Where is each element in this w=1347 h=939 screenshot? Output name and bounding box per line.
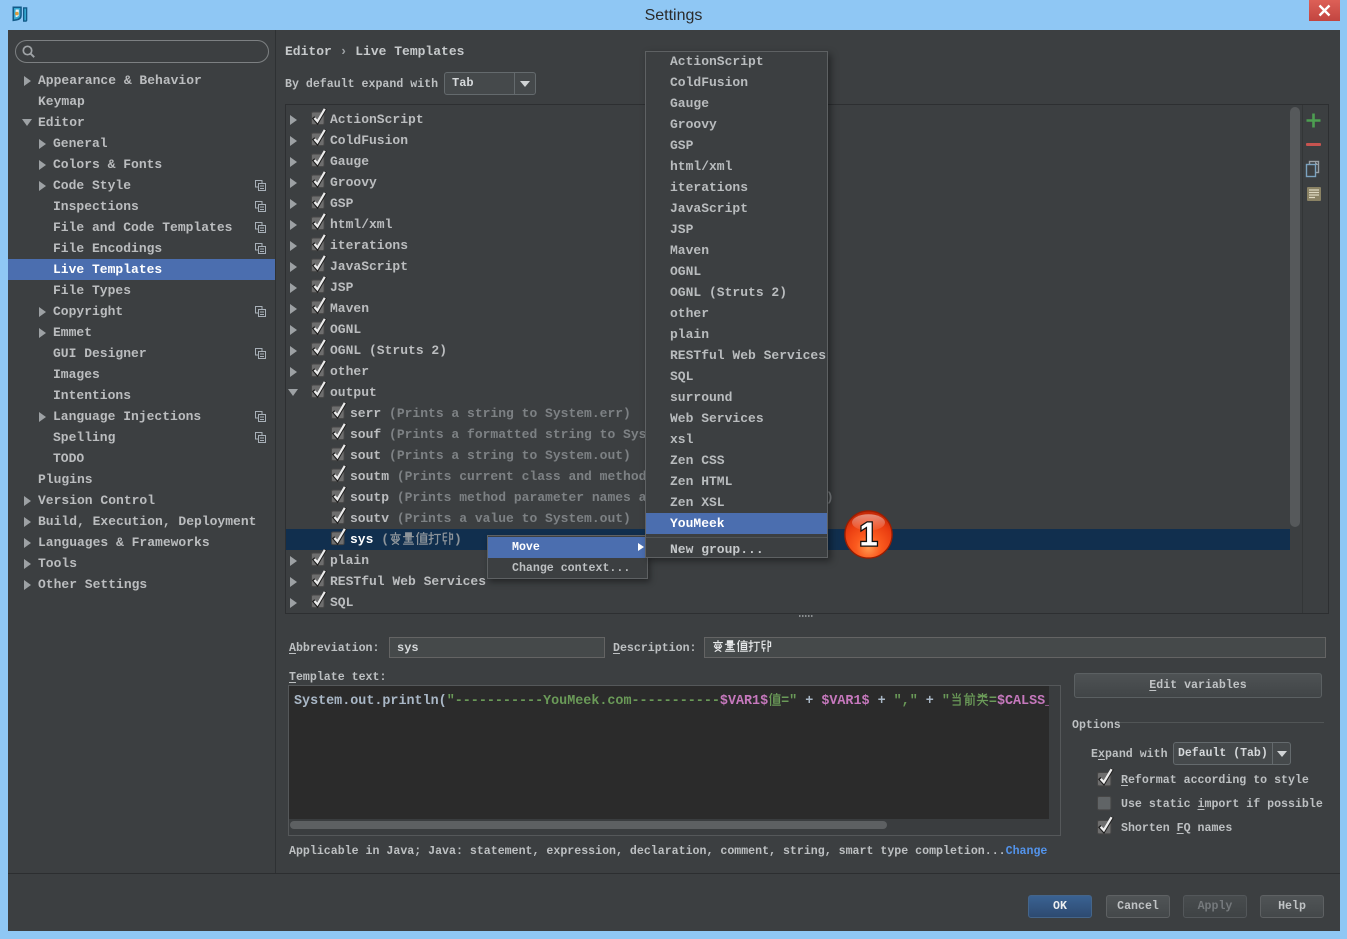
svg-text:1: 1 bbox=[859, 516, 877, 553]
